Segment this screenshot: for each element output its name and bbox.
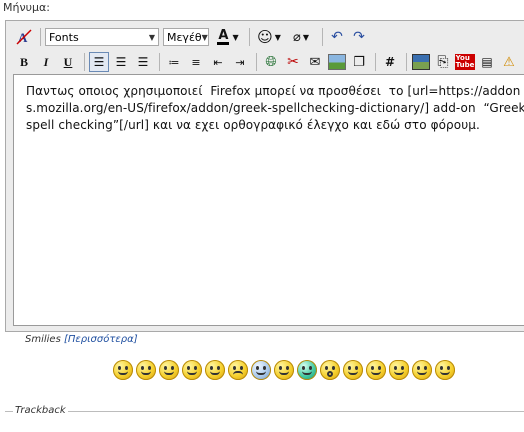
- text-block-icon: ▤: [481, 55, 493, 69]
- indent-icon: ⇥: [235, 55, 245, 69]
- smiley-laugh-icon[interactable]: [205, 360, 225, 380]
- clip-icon: ⎘: [437, 54, 449, 70]
- align-right-button[interactable]: ☰: [133, 52, 153, 72]
- ordered-list-button[interactable]: ≔: [164, 52, 184, 72]
- youtube-button[interactable]: You Tube: [454, 52, 476, 72]
- smiley-rolleyes-icon[interactable]: [366, 360, 386, 380]
- remove-link-button[interactable]: ✂: [283, 52, 303, 72]
- smiley-smile-icon[interactable]: [159, 360, 179, 380]
- separator: [322, 28, 323, 46]
- redo-icon: ↷: [353, 29, 365, 45]
- insert-photo-button[interactable]: [411, 52, 431, 72]
- outdent-icon: ⇤: [213, 55, 223, 69]
- separator: [375, 53, 376, 71]
- paperclip-icon: ⌀: [293, 29, 301, 45]
- image-icon: [328, 54, 346, 70]
- trackback-fieldset: Trackback: [5, 405, 524, 432]
- alert-button[interactable]: ⚠: [499, 52, 519, 72]
- email-icon: ✉: [309, 54, 321, 70]
- youtube-icon: You Tube: [454, 54, 476, 70]
- smiley-mad-icon[interactable]: [113, 360, 133, 380]
- smiley-teeth-icon[interactable]: [297, 360, 317, 380]
- more-smilies-link[interactable]: [Περισσότερα]: [64, 334, 138, 345]
- smiley-rockon-icon[interactable]: [389, 360, 409, 380]
- redo-button[interactable]: ↷: [349, 27, 369, 47]
- align-left-button[interactable]: ☰: [89, 52, 109, 72]
- align-center-button[interactable]: ☰: [111, 52, 131, 72]
- insert-image-button[interactable]: [327, 52, 347, 72]
- smiley-wink-icon[interactable]: [412, 360, 432, 380]
- unlink-icon: ✂: [287, 54, 299, 70]
- outdent-button[interactable]: ⇤: [208, 52, 228, 72]
- font-color-button[interactable]: A ▼: [213, 27, 243, 47]
- message-textarea[interactable]: Παντως οποιος χρησιμοποιεί Firefox μπορε…: [13, 74, 524, 326]
- insert-quote-button[interactable]: ❐: [349, 52, 369, 72]
- undo-button[interactable]: ↶: [327, 27, 347, 47]
- smiley-sunglasses-icon[interactable]: [274, 360, 294, 380]
- attachment-button[interactable]: ⌀ ▼: [286, 27, 316, 47]
- smilies-label: Smilies [Περισσότερα]: [25, 334, 138, 345]
- bullet-list-icon: ≡: [191, 55, 201, 69]
- smiley-cold-icon[interactable]: [251, 360, 271, 380]
- warning-icon: ⚠: [503, 54, 515, 70]
- insert-email-button[interactable]: ✉: [305, 52, 325, 72]
- smiley-menu-button[interactable]: ☺ ▼: [254, 27, 284, 47]
- align-center-icon: ☰: [115, 55, 127, 69]
- smilies-title: Smilies: [25, 334, 61, 345]
- smilies-row: [113, 358, 458, 382]
- separator: [40, 28, 41, 46]
- remove-format-icon[interactable]: A: [14, 27, 34, 47]
- smiley-sad-icon[interactable]: [228, 360, 248, 380]
- separator: [84, 53, 85, 71]
- rich-text-editor: A Fonts▼ Μεγέθ▼ A▼ ☺▼ ⌀▼ ↶ ↷ B I U ☰ ☰ ☰…: [5, 20, 524, 332]
- italic-button[interactable]: I: [36, 52, 56, 72]
- align-right-icon: ☰: [137, 55, 149, 69]
- unordered-list-button[interactable]: ≡: [186, 52, 206, 72]
- trackback-legend: Trackback: [13, 405, 68, 416]
- numbered-list-icon: ≔: [168, 55, 180, 69]
- bold-button[interactable]: B: [14, 52, 34, 72]
- smiley-grin-icon[interactable]: [182, 360, 202, 380]
- smiley-tongue-icon[interactable]: [136, 360, 156, 380]
- quote-icon: ❐: [353, 54, 365, 70]
- attach-file-button[interactable]: ⎘: [433, 52, 453, 72]
- globe-link-icon: 🌐︎: [265, 54, 277, 70]
- separator: [159, 53, 160, 71]
- photo-icon: [412, 54, 430, 70]
- code-hash-button[interactable]: #: [380, 52, 400, 72]
- insert-link-button[interactable]: 🌐︎: [261, 52, 281, 72]
- undo-icon: ↶: [331, 29, 343, 45]
- font-select[interactable]: Fonts ▼: [45, 28, 159, 46]
- smiley-lol-icon[interactable]: [343, 360, 363, 380]
- smiley-icon: ☺: [257, 28, 273, 46]
- indent-button[interactable]: ⇥: [230, 52, 250, 72]
- separator: [406, 53, 407, 71]
- underline-button[interactable]: U: [58, 52, 78, 72]
- smiley-question-icon[interactable]: [435, 360, 455, 380]
- smiley-shocked-icon[interactable]: [320, 360, 340, 380]
- text-block-button[interactable]: ▤: [477, 52, 497, 72]
- separator: [249, 28, 250, 46]
- text-color-icon: A: [217, 27, 230, 45]
- size-select[interactable]: Μεγέθ ▼: [163, 28, 209, 46]
- toolbar-row-1: A Fonts▼ Μεγέθ▼ A▼ ☺▼ ⌀▼ ↶ ↷: [14, 25, 371, 49]
- toolbar-row-2: B I U ☰ ☰ ☰ ≔ ≡ ⇤ ⇥ 🌐︎ ✂ ✉ ❐ # ⎘ You Tub…: [14, 50, 521, 74]
- separator: [256, 53, 257, 71]
- message-label: Μήνυμα:: [3, 1, 50, 14]
- align-left-icon: ☰: [93, 55, 105, 69]
